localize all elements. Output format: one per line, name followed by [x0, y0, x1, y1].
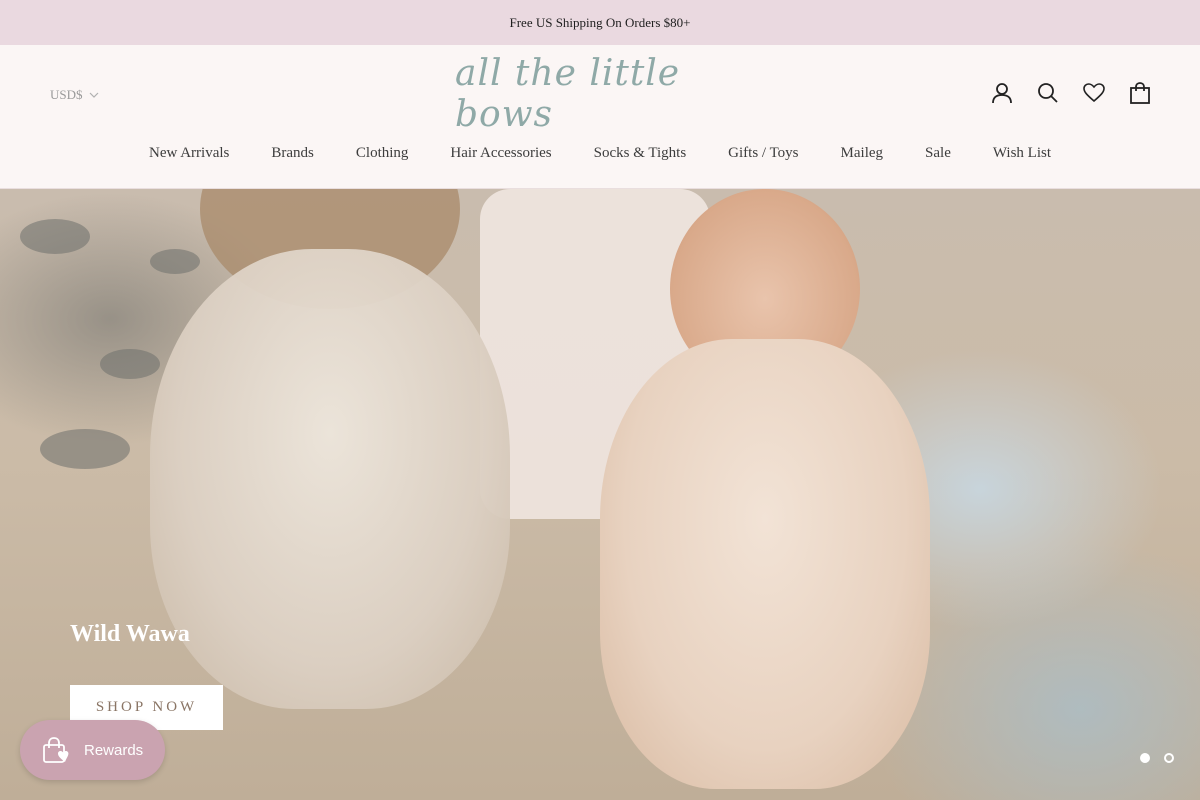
- slide-dot-1[interactable]: [1140, 753, 1150, 763]
- announcement-text: Free US Shipping On Orders $80+: [509, 14, 691, 30]
- chevron-down-icon: [89, 92, 98, 98]
- slide-dot-2[interactable]: [1164, 753, 1174, 763]
- logo-text: all the little bows: [455, 53, 681, 135]
- hero-title: Wild Wawa: [70, 621, 190, 647]
- header-icons: [990, 81, 1152, 105]
- nav-item-new-arrivals[interactable]: New Arrivals: [149, 145, 229, 162]
- gift-bag-icon: [43, 737, 69, 763]
- hero-image-decoration: [150, 249, 200, 274]
- bag-icon[interactable]: [1128, 81, 1152, 105]
- slide-dots: [1140, 753, 1174, 763]
- nav-item-brands[interactable]: Brands: [271, 145, 314, 162]
- rewards-button[interactable]: Rewards: [20, 720, 165, 780]
- rewards-label: Rewards: [84, 741, 144, 759]
- account-icon[interactable]: [990, 81, 1014, 105]
- nav-item-maileg[interactable]: Maileg: [841, 145, 884, 162]
- currency-selector[interactable]: USD$: [50, 87, 99, 103]
- hero-image-decoration: [40, 429, 130, 469]
- hero-image-figure: [150, 249, 510, 709]
- search-icon[interactable]: [1036, 81, 1060, 105]
- nav-item-sale[interactable]: Sale: [925, 145, 951, 162]
- heart-icon[interactable]: [1082, 81, 1106, 105]
- hero-image-decoration: [100, 349, 160, 379]
- main-nav: New Arrivals Brands Clothing Hair Access…: [0, 145, 1200, 162]
- site-header: USD$ all the little bows New Arrivals Br…: [0, 45, 1200, 189]
- currency-label: USD$: [50, 87, 83, 102]
- site-logo[interactable]: all the little bows: [455, 53, 745, 135]
- nav-item-hair-accessories[interactable]: Hair Accessories: [450, 145, 551, 162]
- hero-image-decoration: [20, 219, 90, 254]
- nav-item-socks-tights[interactable]: Socks & Tights: [594, 145, 687, 162]
- nav-item-clothing[interactable]: Clothing: [356, 145, 409, 162]
- nav-item-gifts-toys[interactable]: Gifts / Toys: [728, 145, 798, 162]
- hero-slideshow: Wild Wawa SHOP NOW: [0, 189, 1200, 800]
- announcement-bar: Free US Shipping On Orders $80+: [0, 0, 1200, 45]
- hero-image-figure: [600, 339, 930, 789]
- nav-item-wish-list[interactable]: Wish List: [993, 145, 1051, 162]
